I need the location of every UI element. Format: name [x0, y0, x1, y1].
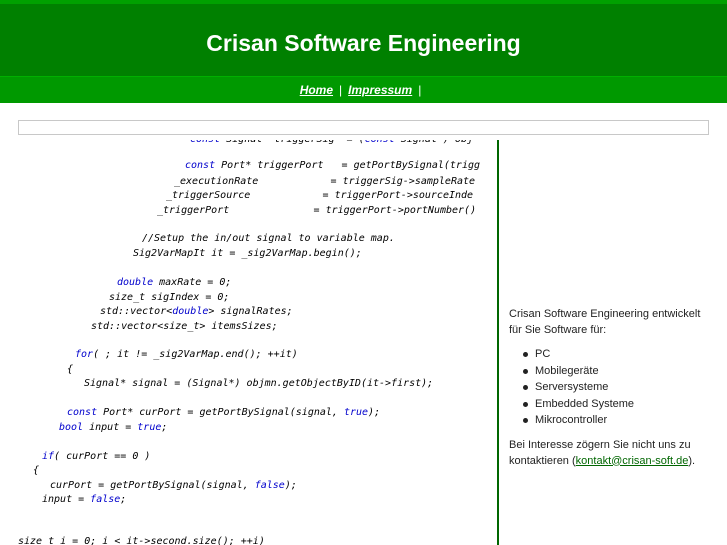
code-line: const Port* triggerPort = getPortBySigna… — [185, 160, 481, 171]
service-item-mobile: Mobilegeräte — [523, 363, 709, 380]
code-token: false — [90, 494, 121, 505]
nav-home-link[interactable]: Home — [300, 83, 333, 97]
header-strip — [0, 0, 727, 4]
code-token: const — [185, 160, 216, 171]
code-banner: const Signal* triggerSig = (const Signal… — [0, 140, 497, 545]
code-line: std::vector<size_t> itemsSizes; — [91, 321, 278, 332]
sidebar-intro: Crisan Software Engineering entwickelt f… — [509, 308, 701, 336]
service-item-server: Serversysteme — [523, 379, 709, 396]
nav-separator: | — [418, 83, 422, 97]
code-token: for — [75, 349, 94, 360]
nav-separator: | — [339, 83, 343, 97]
main-nav: Home | Impressum | — [0, 76, 727, 103]
nav-impressum-link[interactable]: Impressum — [348, 83, 412, 97]
code-line: _triggerPort = triggerPort->portNumber() — [157, 205, 477, 216]
code-line: { — [67, 364, 74, 375]
code-token: const — [67, 407, 98, 418]
code-comment: //Setup the in/out signal to variable ma… — [142, 233, 395, 244]
code-line: size_t sigIndex = 0; — [109, 292, 230, 303]
code-line: _executionRate = triggerSig->sampleRate — [174, 176, 476, 187]
site-title: Crisan Software Engineering — [206, 30, 521, 56]
code-line: _triggerSource = triggerPort->sourceInde — [166, 190, 474, 201]
site-header: Crisan Software Engineering Home | Impress… — [0, 0, 727, 103]
code-token: true — [137, 422, 162, 433]
code-token: const — [190, 140, 220, 145]
code-line: for( ; it != _sig2VarMap.end(); ++it) — [75, 349, 298, 360]
contact-text: Bei Interesse zögern Sie nicht uns zu ko… — [509, 437, 709, 469]
content-bar — [18, 120, 709, 135]
code-line: const Port* curPort = getPortBySignal(si… — [67, 407, 381, 418]
code-token: double — [117, 277, 154, 288]
service-item-pc: PC — [523, 346, 709, 363]
code-token: true — [343, 407, 369, 418]
code-line: input = false; — [42, 494, 127, 505]
code-line: const Signal* triggerSig = (const Signal… — [190, 140, 473, 145]
code-line: { — [33, 465, 40, 476]
code-line: curPort = getPortBySignal(signal, false)… — [50, 480, 297, 491]
code-line: if( curPort == 0 ) — [42, 451, 151, 462]
code-token: false — [254, 480, 285, 491]
code-line: double maxRate = 0; — [117, 277, 232, 288]
service-item-microcontroller: Mikrocontroller — [523, 412, 709, 429]
code-line: Sig2VarMapIt it = _sig2VarMap.begin(); — [133, 248, 362, 259]
code-token: if — [42, 451, 55, 462]
code-line: bool input = true; — [59, 422, 168, 433]
service-item-embedded: Embedded Systeme — [523, 396, 709, 413]
contact-suffix: ). — [688, 454, 696, 467]
contact-email-link[interactable]: kontakt@crisan-soft.de — [576, 455, 689, 467]
code-token: bool — [59, 422, 84, 433]
sidebar: Crisan Software Engineering entwickelt f… — [509, 306, 709, 469]
column-divider — [497, 140, 499, 545]
service-list: PC Mobilegeräte Serversysteme Embedded S… — [509, 346, 709, 429]
code-token: const — [365, 140, 395, 145]
code-line: Signal* signal = (Signal*) objmn.getObje… — [84, 378, 434, 389]
code-line: size_t i = 0; i < it->second.size(); ++i… — [18, 536, 265, 545]
code-line: std::vector<double> signalRates; — [100, 306, 293, 317]
code-token: double — [172, 306, 209, 317]
